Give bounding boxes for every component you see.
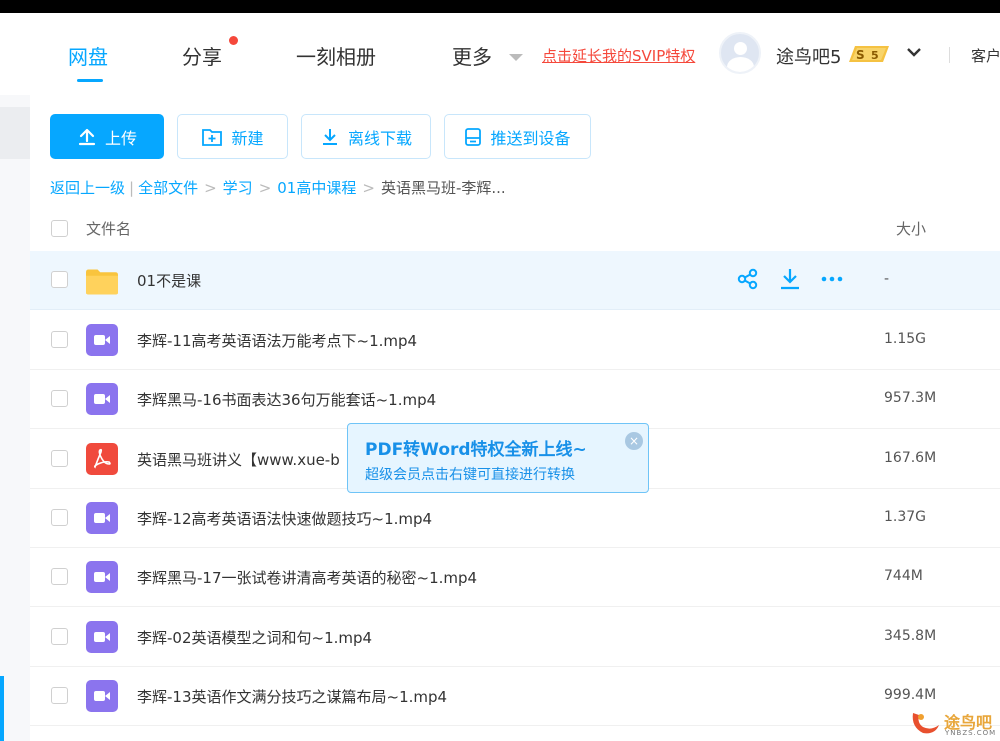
upload-icon [78,128,96,145]
row-checkbox[interactable] [51,687,68,704]
file-name[interactable]: 李辉黑马-17一张试卷讲清高考英语的秘密~1.mp4 [137,567,477,588]
file-row[interactable]: 李辉-11高考英语语法万能考点下~1.mp4 1.15G [30,311,1000,370]
username[interactable]: 途鸟吧5 [776,43,841,69]
row-checkbox[interactable] [51,568,68,585]
download-icon[interactable] [778,267,802,291]
user-avatar[interactable] [719,32,761,74]
row-checkbox[interactable] [51,390,68,407]
sidebar-selected-item[interactable] [0,107,30,159]
nav-tab-more[interactable]: 更多 [452,41,492,70]
client-download-link[interactable]: 客户端 [971,45,1000,66]
video-file-icon [86,680,118,712]
select-all-checkbox[interactable] [51,220,68,237]
file-size: 957.3M [884,390,937,406]
file-size: 167.6M [884,450,937,466]
file-row[interactable]: 李辉黑马-16书面表达36句万能套话~1.mp4 957.3M [30,370,1000,429]
nav-active-underline [77,79,103,82]
video-file-icon [86,502,118,534]
svip-level: 5 [871,49,879,62]
row-checkbox[interactable] [51,331,68,348]
file-size: 999.4M [884,687,937,703]
video-file-icon [86,383,118,415]
offline-download-button[interactable]: 离线下载 [301,114,431,159]
row-checkbox[interactable] [51,628,68,645]
tooltip-subtitle: 超级会员点击右键可直接进行转换 [365,467,575,483]
new-folder-button[interactable]: 新建 [177,114,288,159]
push-device-button[interactable]: 推送到设备 [444,114,591,159]
breadcrumb: 返回上一级 | 全部文件 > 学习 > 01高中课程 > 英语黑马班-李辉... [50,177,506,198]
svip-badge-icon: S 5 [849,46,889,62]
breadcrumb-divider: | [129,178,135,197]
row-actions [736,267,844,291]
watermark-logo-icon [912,713,939,734]
pdf-to-word-tooltip: PDF转Word特权全新上线~ 超级会员点击右键可直接进行转换 × [347,423,649,493]
tooltip-title: PDF转Word特权全新上线~ [365,440,587,460]
top-nav: 网盘 分享 一刻相册 更多 点击延长我的SVIP特权 途鸟吧5 S 5 客户端 [0,13,1000,95]
close-icon[interactable]: × [625,432,643,450]
file-size: 345.8M [884,628,937,644]
breadcrumb-current: 英语黑马班-李辉... [380,179,506,197]
file-size: 1.37G [884,509,927,525]
file-name[interactable]: 李辉-13英语作文满分技巧之谋篇布局~1.mp4 [137,686,447,707]
nav-tab-share[interactable]: 分享 [182,41,222,70]
column-header-size[interactable]: 大小 [896,218,926,239]
file-size: 1.15G [884,331,927,347]
new-folder-label: 新建 [231,128,264,148]
row-checkbox[interactable] [51,271,68,288]
watermark-sub: YNBZS.COM [945,729,997,737]
device-icon [465,127,482,146]
file-size: - [884,271,890,287]
file-name[interactable]: 李辉-11高考英语语法万能考点下~1.mp4 [137,330,417,351]
video-file-icon [86,561,118,593]
file-row[interactable]: 李辉-12高考英语语法快速做题技巧~1.mp4 1.37G [30,489,1000,548]
file-row[interactable]: 李辉-13英语作文满分技巧之谋篇布局~1.mp4 999.4M [30,667,1000,726]
window-top-edge [0,0,1000,13]
file-size: 744M [884,568,923,584]
file-name[interactable]: 李辉-12高考英语语法快速做题技巧~1.mp4 [137,508,432,529]
breadcrumb-item[interactable]: 学习 [223,177,253,198]
watermark: 途鸟吧 YNBZS.COM [909,707,997,739]
share-notification-dot [229,36,238,45]
column-header-name[interactable]: 文件名 [86,218,131,239]
breadcrumb-item[interactable]: 01高中课程 [277,177,356,198]
file-name[interactable]: 李辉-02英语模型之词和句~1.mp4 [137,627,372,648]
nav-divider [949,47,950,63]
file-row[interactable]: 李辉黑马-17一张试卷讲清高考英语的秘密~1.mp4 744M [30,548,1000,607]
pdf-file-icon [86,443,118,475]
video-file-icon [86,324,118,356]
offline-download-label: 离线下载 [347,128,412,148]
sidebar [0,95,30,741]
file-name[interactable]: 李辉黑马-16书面表达36句万能套话~1.mp4 [137,389,436,410]
file-row[interactable]: 01不是课 - [30,251,1000,310]
video-file-icon [86,621,118,653]
more-options-icon[interactable] [820,267,844,291]
upload-button[interactable]: 上传 [50,114,164,159]
file-row[interactable]: 李辉-02英语模型之词和句~1.mp4 345.8M [30,608,1000,667]
breadcrumb-back[interactable]: 返回上一级 [50,177,125,198]
breadcrumb-item[interactable]: 全部文件 [138,177,198,198]
new-folder-icon [202,128,223,146]
share-icon[interactable] [736,267,760,291]
file-name[interactable]: 英语黑马班讲义【www.xue-b [137,449,340,470]
row-checkbox[interactable] [51,450,68,467]
svip-extend-link[interactable]: 点击延长我的SVIP特权 [542,45,695,66]
download-icon [322,128,337,145]
chevron-down-icon[interactable] [907,47,921,57]
file-name[interactable]: 01不是课 [137,270,201,291]
folder-icon [86,269,118,295]
svg-text:S: S [856,48,865,62]
nav-tab-album[interactable]: 一刻相册 [296,41,376,70]
upload-label: 上传 [104,128,137,148]
row-checkbox[interactable] [51,509,68,526]
file-list-header: 文件名 大小 [30,206,1000,250]
sidebar-active-indicator [0,676,4,741]
more-caret-icon[interactable] [509,54,523,61]
nav-tab-netdisk[interactable]: 网盘 [68,41,108,70]
push-device-label: 推送到设备 [490,128,571,148]
